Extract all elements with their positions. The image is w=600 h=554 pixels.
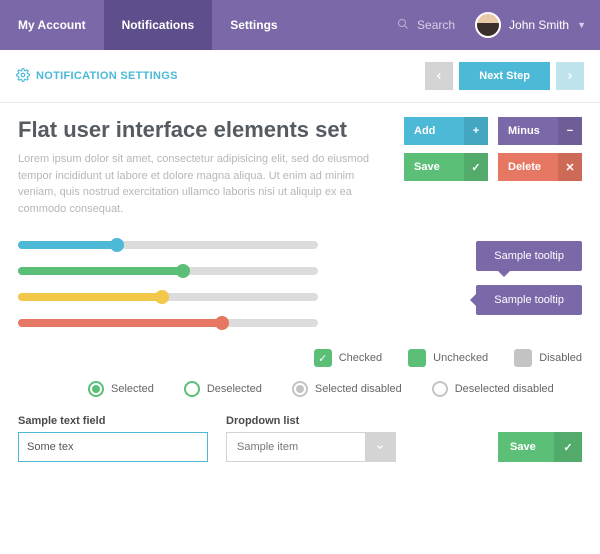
subbar: NOTIFICATION SETTINGS Next Step (0, 50, 600, 103)
slider-green[interactable] (18, 267, 318, 275)
slider-coral[interactable] (18, 319, 318, 327)
account-menu[interactable]: John Smith ▼ (475, 12, 600, 38)
slider-yellow[interactable] (18, 293, 318, 301)
radio-selected-disabled: Selected disabled (292, 381, 402, 397)
search-icon (397, 18, 409, 33)
radio-icon (292, 381, 308, 397)
dropdown-field: Dropdown list Sample item (226, 415, 396, 462)
text-field-label: Sample text field (18, 415, 208, 427)
prev-step-button[interactable] (425, 62, 453, 90)
radio-icon (88, 381, 104, 397)
search[interactable]: Search (397, 18, 455, 33)
delete-button[interactable]: Delete ✕ (498, 153, 582, 181)
radio-selected[interactable]: Selected (88, 381, 154, 397)
check-icon: ✓ (314, 349, 332, 367)
check-icon: ✓ (464, 153, 488, 181)
save-button[interactable]: Save ✓ (404, 153, 488, 181)
next-step-arrow[interactable] (556, 62, 584, 90)
chevron-down-icon (365, 432, 395, 462)
nav-my-account[interactable]: My Account (0, 0, 104, 50)
square-icon (514, 349, 532, 367)
dropdown[interactable]: Sample item (226, 432, 396, 462)
checkbox-disabled: Disabled (514, 349, 582, 367)
checkbox-row: ✓ Checked Unchecked Disabled (18, 349, 582, 367)
close-icon: ✕ (558, 153, 582, 181)
sliders (18, 241, 446, 327)
next-step-button[interactable]: Next Step (459, 62, 550, 90)
checkbox-checked[interactable]: ✓ Checked (314, 349, 382, 367)
tooltip-down: Sample tooltip (476, 241, 582, 271)
paragraph: Lorem ipsum dolor sit amet, consectetur … (18, 151, 386, 217)
radio-deselected-disabled: Deselected disabled (432, 381, 554, 397)
minus-icon: − (558, 117, 582, 145)
square-icon (408, 349, 426, 367)
tooltip-left: Sample tooltip (476, 285, 582, 315)
nav-settings[interactable]: Settings (212, 0, 295, 50)
button-grid: Add + Minus − Save ✓ Delete ✕ (404, 117, 582, 217)
text-input[interactable] (18, 432, 208, 462)
plus-icon: + (464, 117, 488, 145)
chevron-down-icon: ▼ (577, 20, 586, 30)
subbar-title: NOTIFICATION SETTINGS (16, 68, 178, 85)
dropdown-value: Sample item (237, 441, 298, 453)
slider-teal[interactable] (18, 241, 318, 249)
dropdown-label: Dropdown list (226, 415, 396, 427)
user-name: John Smith (509, 18, 569, 32)
checkbox-unchecked[interactable]: Unchecked (408, 349, 488, 367)
page-title: Flat user interface elements set (18, 117, 386, 143)
radio-icon (184, 381, 200, 397)
search-label: Search (417, 18, 455, 32)
minus-button[interactable]: Minus − (498, 117, 582, 145)
nav-notifications[interactable]: Notifications (104, 0, 213, 50)
radio-icon (432, 381, 448, 397)
form-save-button[interactable]: Save ✓ (498, 432, 582, 462)
avatar (475, 12, 501, 38)
radio-row: Selected Deselected Selected disabled De… (18, 381, 582, 397)
check-icon: ✓ (554, 432, 582, 462)
add-button[interactable]: Add + (404, 117, 488, 145)
top-nav: My Account Notifications Settings Search… (0, 0, 600, 50)
radio-deselected[interactable]: Deselected (184, 381, 262, 397)
text-field: Sample text field (18, 415, 208, 462)
gear-icon (16, 68, 30, 85)
